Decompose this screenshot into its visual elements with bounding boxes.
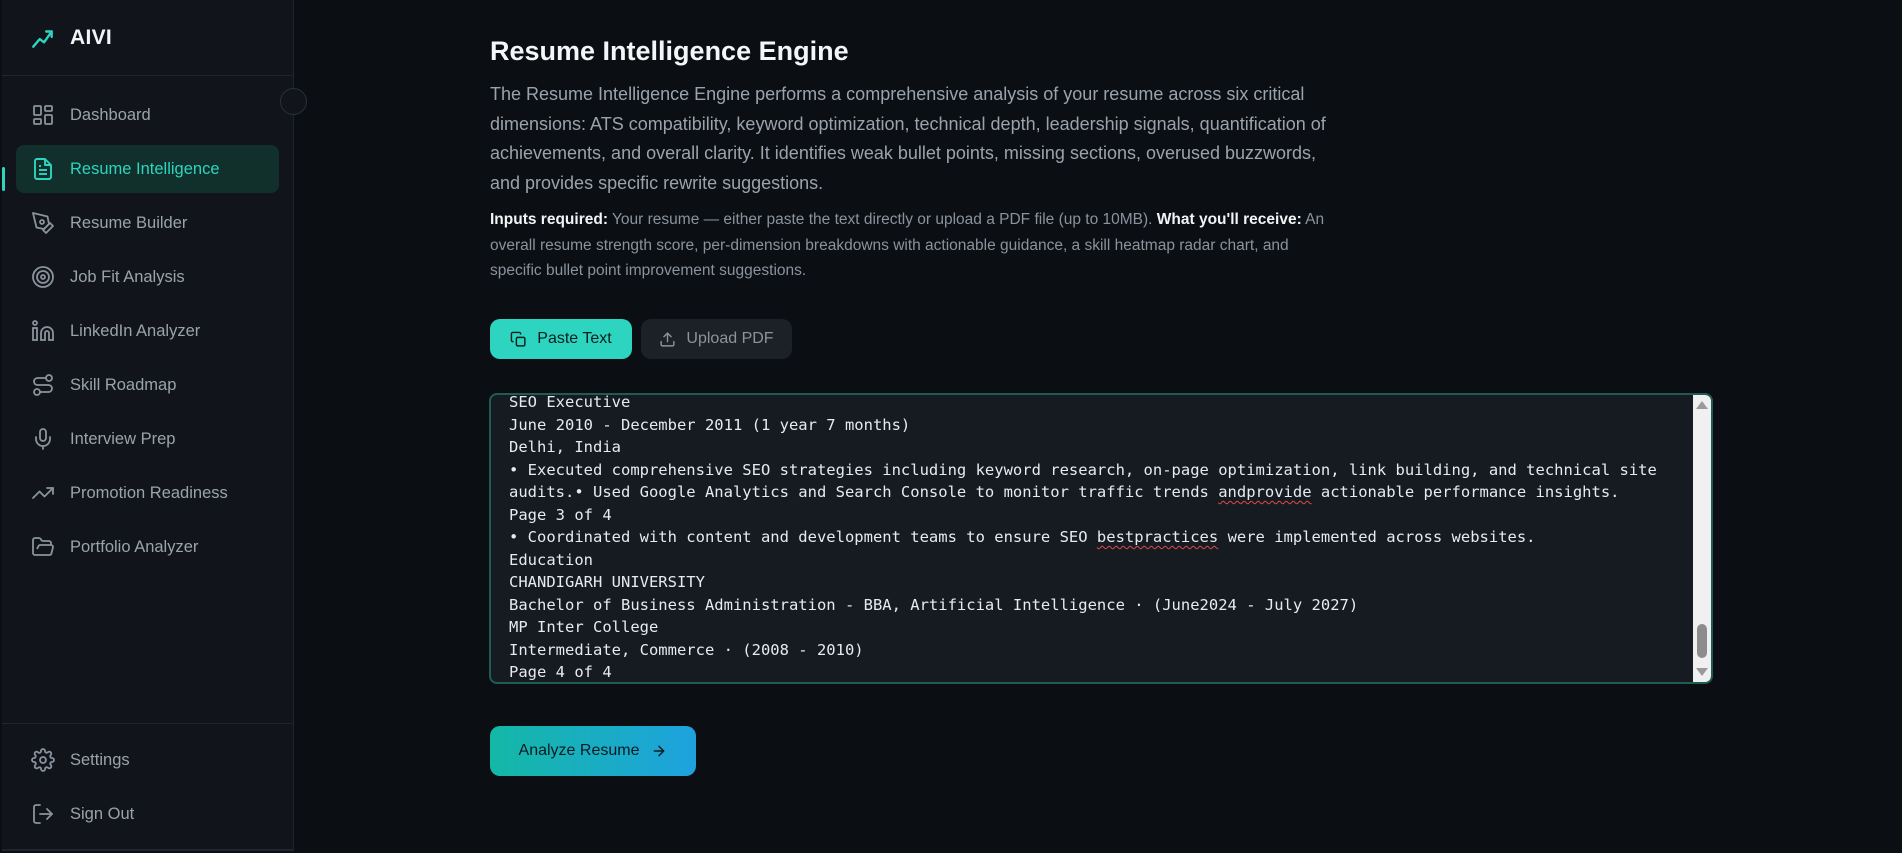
sidebar-item-label: Promotion Readiness bbox=[70, 483, 228, 502]
upload-icon bbox=[660, 331, 676, 347]
intro-description: The Resume Intelligence Engine performs … bbox=[490, 84, 1326, 193]
resume-line: MP Inter College bbox=[509, 618, 659, 636]
sidebar-item-linkedin-analyzer[interactable]: LinkedIn Analyzer bbox=[16, 307, 279, 355]
trending-up-icon bbox=[30, 480, 56, 506]
copy-icon bbox=[510, 331, 526, 347]
resume-line: Delhi, India bbox=[509, 438, 621, 456]
inputs-note: Inputs required: Your resume — either pa… bbox=[490, 207, 1340, 284]
sidebar-item-portfolio-analyzer[interactable]: Portfolio Analyzer bbox=[16, 523, 279, 571]
resume-line: Education bbox=[509, 550, 593, 569]
sidebar-item-settings[interactable]: Settings bbox=[16, 736, 279, 784]
sidebar-item-resume-intelligence[interactable]: Resume Intelligence bbox=[2, 145, 279, 193]
trending-up-logo-icon bbox=[32, 29, 53, 48]
sidebar-item-promotion-readiness[interactable]: Promotion Readiness bbox=[16, 469, 279, 517]
app-name: AIVI bbox=[70, 25, 113, 49]
sidebar-item-label: Job Fit Analysis bbox=[70, 267, 185, 286]
gear-icon bbox=[30, 747, 56, 773]
resume-line: • Coordinated with content and developme… bbox=[509, 528, 1536, 546]
sidebar-collapse-toggle[interactable] bbox=[280, 88, 307, 115]
sidebar-item-label: Interview Prep bbox=[70, 429, 176, 448]
target-icon bbox=[30, 264, 56, 290]
microphone-icon bbox=[30, 426, 56, 452]
document-icon bbox=[30, 156, 56, 182]
resume-scrollbar[interactable] bbox=[1693, 395, 1711, 682]
scroll-down-arrow-icon[interactable] bbox=[1696, 668, 1708, 676]
tab-upload-pdf[interactable]: Upload PDF bbox=[641, 319, 792, 359]
sidebar-item-resume-builder[interactable]: Resume Builder bbox=[16, 199, 279, 247]
receive-label: What you'll receive: bbox=[1156, 211, 1302, 228]
brand[interactable]: AIVI bbox=[2, 0, 293, 76]
tab-paste-text[interactable]: Paste Text bbox=[490, 319, 632, 359]
resume-line: CHANDIGARH UNIVERSITY bbox=[509, 573, 705, 591]
inputs-text: Your resume — either paste the text dire… bbox=[607, 211, 1157, 228]
sidebar-item-label: Settings bbox=[70, 750, 130, 769]
sidebar-item-label: Resume Builder bbox=[70, 213, 188, 232]
resume-line: Bachelor of Business Administration - BB… bbox=[509, 595, 1359, 614]
linkedin-icon bbox=[30, 318, 56, 344]
sidebar-item-interview-prep[interactable]: Interview Prep bbox=[16, 415, 279, 463]
resume-line: Page 3 of 4 bbox=[509, 505, 612, 524]
sidebar-item-label: Sign Out bbox=[70, 804, 135, 823]
route-icon bbox=[30, 372, 56, 398]
resume-line: June 2010 - December 2011 (1 year 7 mont… bbox=[509, 415, 911, 434]
sidebar-item-label: Portfolio Analyzer bbox=[70, 537, 199, 556]
sign-out-icon bbox=[30, 801, 56, 827]
sidebar-nav: Dashboard Resume Intelligence Resume Bui… bbox=[2, 91, 293, 577]
pen-tool-icon bbox=[30, 210, 56, 236]
arrow-right-icon bbox=[654, 745, 665, 757]
tab-upload-pdf-label: Upload PDF bbox=[686, 330, 774, 347]
analyze-resume-button[interactable]: Analyze Resume bbox=[490, 726, 696, 776]
sidebar-item-sign-out[interactable]: Sign Out bbox=[16, 790, 279, 838]
sidebar: AIVI Dashboard Resume Intelligence Resum… bbox=[2, 0, 294, 851]
sidebar-item-label: LinkedIn Analyzer bbox=[70, 321, 201, 340]
scroll-up-arrow-icon[interactable] bbox=[1696, 401, 1708, 409]
sidebar-item-dashboard[interactable]: Dashboard bbox=[16, 91, 279, 139]
resume-line: • Executed comprehensive SEO strategies … bbox=[509, 460, 1657, 479]
sidebar-item-label: Resume Intelligence bbox=[70, 159, 220, 178]
tab-paste-text-label: Paste Text bbox=[537, 330, 612, 347]
resume-text-area[interactable]: SEO Executive June 2010 - December 2011 (… bbox=[489, 393, 1713, 684]
sidebar-item-label: Skill Roadmap bbox=[70, 375, 177, 394]
inputs-label: Inputs required: bbox=[490, 211, 608, 228]
analyze-resume-label: Analyze Resume bbox=[518, 742, 640, 759]
dashboard-grid-icon bbox=[30, 102, 56, 128]
resume-line: SEO Executive bbox=[509, 393, 631, 411]
misspelled-word[interactable]: andprovide bbox=[1218, 483, 1311, 501]
misspelled-word[interactable]: bestpractices bbox=[1097, 528, 1218, 546]
sidebar-item-skill-roadmap[interactable]: Skill Roadmap bbox=[16, 361, 279, 409]
resume-line: Page 4 of 4 bbox=[509, 663, 612, 681]
resume-text-content[interactable]: SEO Executive June 2010 - December 2011 (… bbox=[509, 393, 1689, 682]
sidebar-item-job-fit-analysis[interactable]: Job Fit Analysis bbox=[16, 253, 279, 301]
sidebar-footer: Settings Sign Out bbox=[2, 723, 293, 849]
sidebar-item-label: Dashboard bbox=[70, 105, 151, 124]
page-title: Resume Intelligence Engine bbox=[490, 36, 849, 66]
scroll-thumb[interactable] bbox=[1697, 624, 1707, 658]
resume-line: audits.• Used Google Analytics and Searc… bbox=[509, 483, 1620, 501]
resume-line: Intermediate, Commerce · (2008 - 2010) bbox=[509, 640, 864, 659]
folder-open-icon bbox=[30, 534, 56, 560]
